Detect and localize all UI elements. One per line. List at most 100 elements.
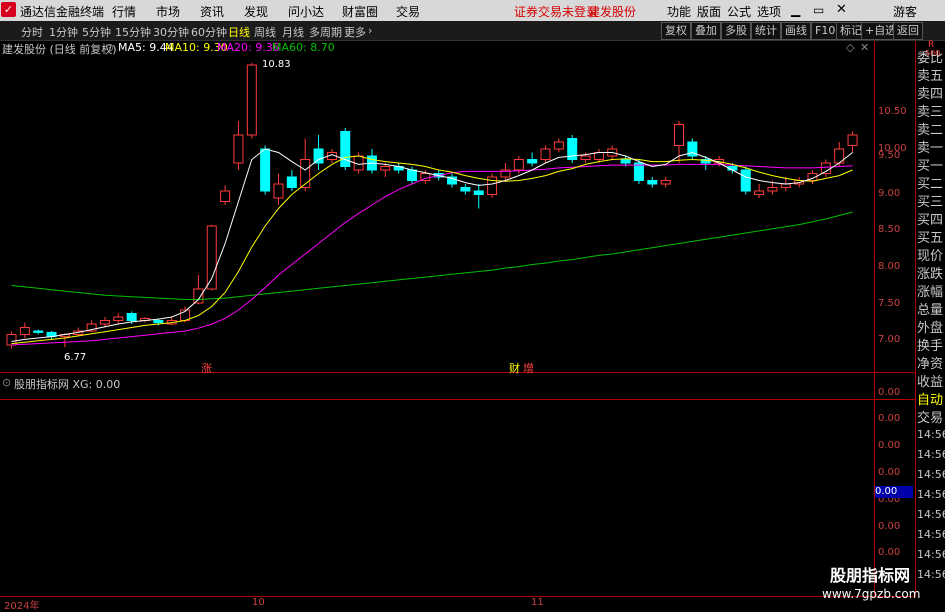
candle-body[interactable]	[300, 159, 311, 188]
menu-item-shichang[interactable]: 市场	[156, 3, 180, 20]
multi-stock-button[interactable]: 多股	[721, 22, 751, 40]
candle-body[interactable]	[313, 148, 324, 164]
candle-body[interactable]	[380, 166, 391, 171]
candle-body[interactable]	[513, 159, 524, 171]
candle-body[interactable]	[193, 288, 204, 304]
guest-user[interactable]: 游客	[893, 3, 917, 20]
candle-body[interactable]	[286, 176, 297, 188]
main-chart-bottom-line	[0, 372, 915, 373]
minimize-window-icon[interactable]: ▁	[791, 3, 800, 17]
candle-body[interactable]	[99, 320, 110, 325]
candle-body[interactable]	[153, 320, 164, 324]
trade-login-warning[interactable]: 证券交易未登录	[514, 3, 598, 20]
overlay-button[interactable]: 叠加	[691, 22, 721, 40]
period-weekly[interactable]: 周线	[254, 24, 276, 40]
indicator-tick: 0.00	[878, 547, 901, 558]
candle-body[interactable]	[206, 225, 217, 290]
ma10-line	[11, 155, 853, 345]
period-15min[interactable]: 15分钟	[115, 24, 151, 40]
candle-body[interactable]	[33, 330, 44, 333]
draw-line-button[interactable]: 画线	[781, 22, 811, 40]
candle-body[interactable]	[273, 183, 284, 199]
period-multi[interactable]: 多周期	[309, 24, 342, 40]
chevron-right-icon[interactable]: ›	[368, 24, 372, 37]
rp-buy3: 买三	[917, 195, 944, 210]
period-60min[interactable]: 60分钟	[191, 24, 227, 40]
candle-body[interactable]	[580, 155, 591, 160]
menu-item-gongneng[interactable]: 功能	[667, 3, 691, 20]
indicator-tick: 0.00	[878, 467, 901, 478]
price-tick: 9.00	[878, 188, 901, 199]
rp-outer: 外盘	[917, 321, 944, 336]
candle-body[interactable]	[340, 131, 351, 167]
ma5-line	[11, 148, 853, 342]
rp-weibi: 委比	[917, 51, 944, 66]
menu-item-xuanxiang[interactable]: 选项	[757, 3, 781, 20]
candle-body[interactable]	[647, 180, 658, 185]
menu-item-jiaoyi[interactable]: 交易	[396, 3, 420, 20]
candle-body[interactable]	[593, 152, 604, 160]
candle-body[interactable]	[633, 162, 644, 181]
kline-chart[interactable]	[0, 41, 915, 597]
candle-body[interactable]	[473, 190, 484, 195]
candle-body[interactable]	[246, 64, 257, 136]
candle-body[interactable]	[847, 134, 858, 146]
stats-button[interactable]: 统计	[751, 22, 781, 40]
period-fenshi[interactable]: 分时	[21, 24, 43, 40]
restore-window-icon[interactable]: ▭	[813, 3, 824, 17]
menu-item-hangqing[interactable]: 行情	[112, 3, 136, 20]
candle-body[interactable]	[754, 190, 765, 195]
candle-body[interactable]	[740, 169, 751, 192]
app-title: 通达信金融终端	[20, 5, 105, 19]
event-marker-zhang[interactable]: 涨	[201, 360, 212, 376]
candle-body[interactable]	[126, 313, 137, 321]
close-window-icon[interactable]: ✕	[836, 2, 847, 17]
event-marker-cai[interactable]: 财	[509, 360, 520, 376]
candle-body[interactable]	[767, 187, 778, 192]
rp-sell5: 卖五	[917, 69, 944, 84]
fuquan-button[interactable]: 复权	[661, 22, 691, 40]
event-marker-zeng[interactable]: 增	[523, 360, 534, 376]
candle-body[interactable]	[553, 141, 564, 150]
price-tick: 7.00	[878, 334, 901, 345]
period-30min[interactable]: 30分钟	[153, 24, 189, 40]
price-tick: 9.50	[878, 150, 901, 161]
indicator-tick: 0.00	[878, 440, 901, 451]
candle-body[interactable]	[407, 169, 417, 181]
tab-auto[interactable]: 自动	[917, 389, 945, 409]
period-monthly[interactable]: 月线	[282, 24, 304, 40]
indicator-current-value: 0.00	[875, 486, 913, 498]
rp-sell2: 卖二	[917, 123, 944, 138]
period-more[interactable]: 更多	[344, 24, 366, 40]
candle-body[interactable]	[460, 187, 471, 192]
tab-trade[interactable]: 交易	[917, 407, 945, 427]
candle-body[interactable]	[620, 159, 631, 164]
candle-body[interactable]	[780, 183, 791, 188]
candle-body[interactable]	[660, 180, 671, 185]
candle-body[interactable]	[540, 148, 551, 160]
candle-body[interactable]	[233, 134, 244, 164]
candle-body[interactable]	[527, 159, 538, 164]
period-1min[interactable]: 1分钟	[49, 24, 78, 40]
rp-buy5: 买五	[917, 231, 944, 246]
candle-body[interactable]	[220, 190, 231, 202]
trade-time: 14:56	[917, 428, 945, 441]
candle-body[interactable]	[674, 124, 684, 146]
indicator-tick: 0.00	[878, 521, 901, 532]
candle-body[interactable]	[19, 327, 30, 335]
menu-item-zixun[interactable]: 资讯	[200, 3, 224, 20]
menu-item-banmian[interactable]: 版面	[697, 3, 721, 20]
menu-item-wenxiaoda[interactable]: 问小达	[288, 3, 324, 20]
menu-item-caifuquan[interactable]: 财富圈	[342, 3, 378, 20]
menu-item-faxian[interactable]: 发现	[244, 3, 268, 20]
candle-body[interactable]	[113, 316, 124, 321]
candle-body[interactable]	[260, 148, 271, 192]
price-tick: 8.50	[878, 224, 901, 235]
period-5min[interactable]: 5分钟	[82, 24, 111, 40]
menu-item-gongshi[interactable]: 公式	[727, 3, 751, 20]
indicator-title: 股朋指标网 XG: 0.00	[14, 378, 121, 391]
period-daily[interactable]: 日线	[228, 24, 250, 40]
trade-time: 14:56	[917, 508, 945, 521]
indicator-settings-icon[interactable]: ⊙	[2, 376, 11, 389]
back-button[interactable]: 返回	[893, 22, 923, 40]
